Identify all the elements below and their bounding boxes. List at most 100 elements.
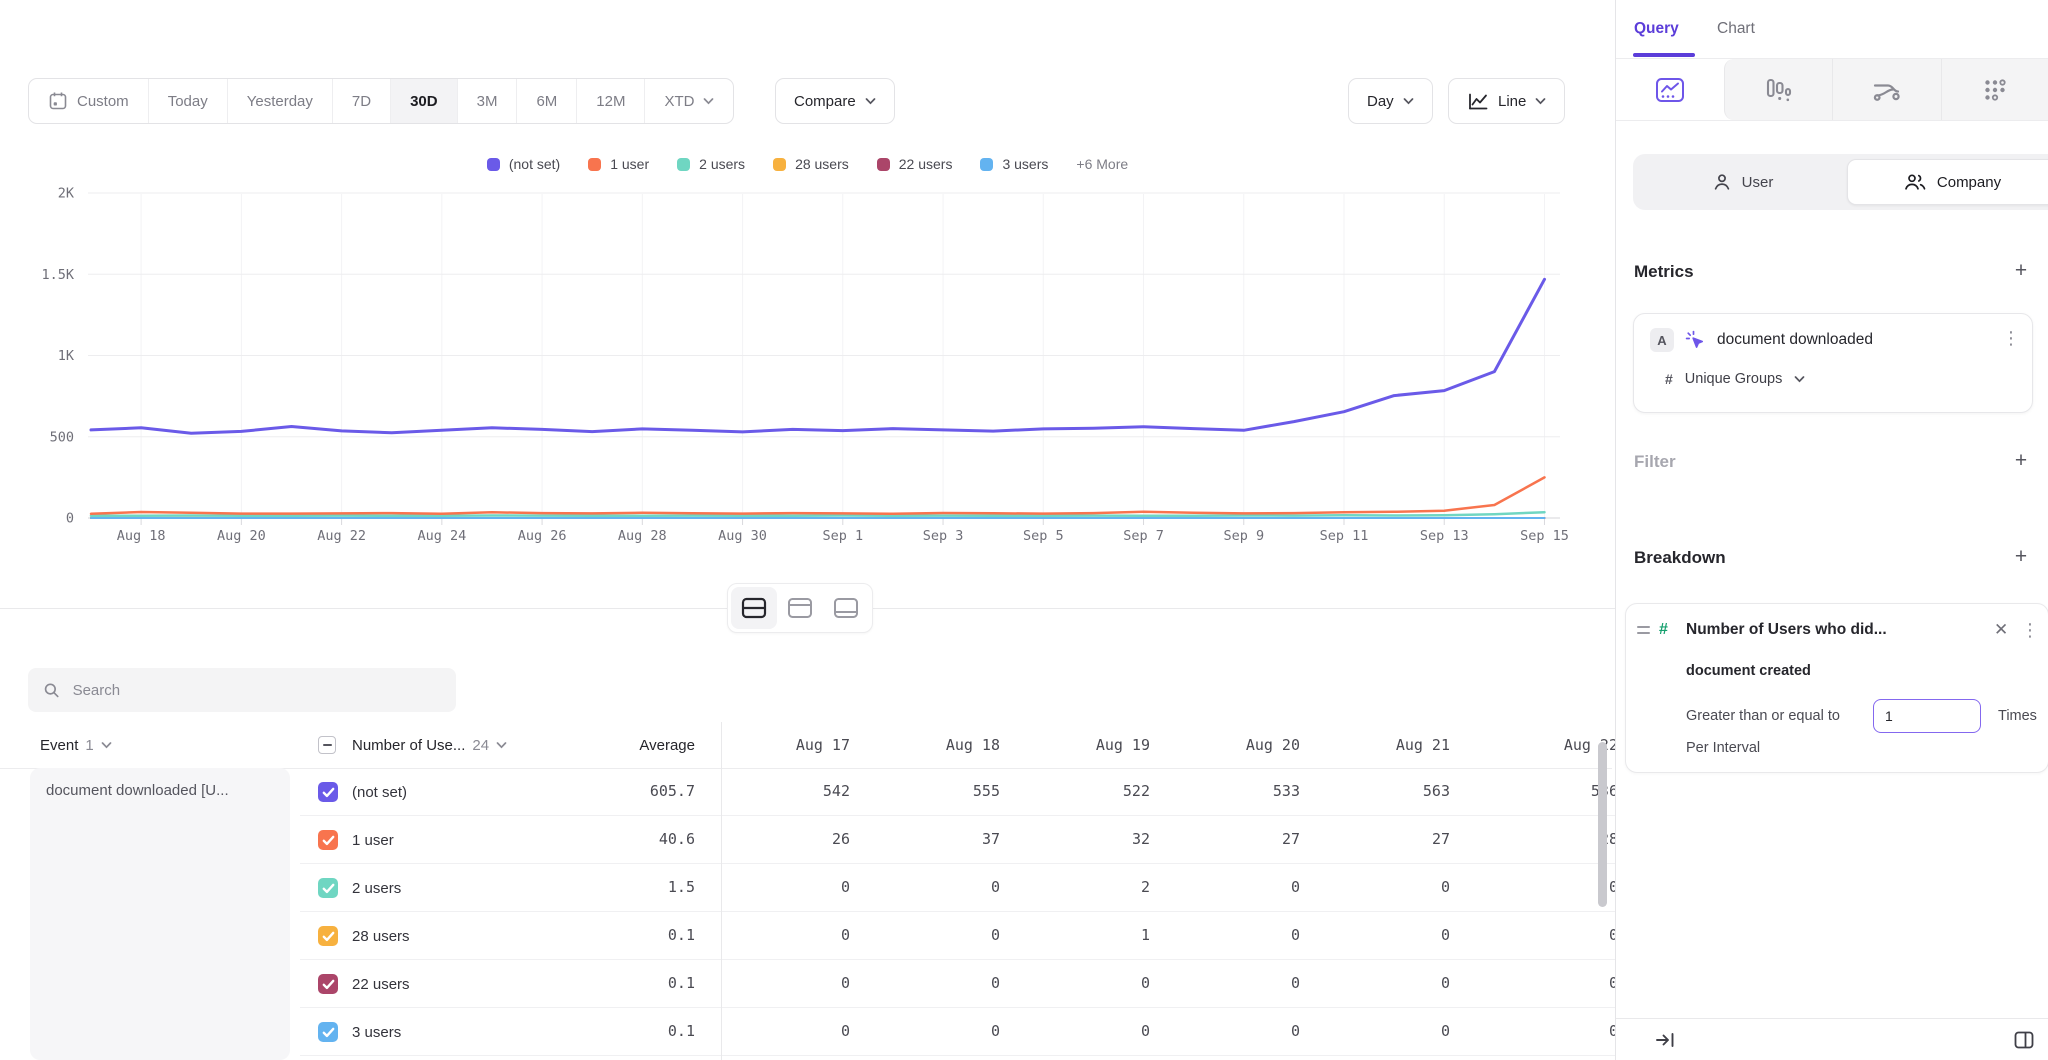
table-row[interactable]: 1 user40.6263732272728: [300, 816, 1618, 864]
range-6m[interactable]: 6M: [517, 79, 577, 123]
chart-style-button[interactable]: Line: [1448, 78, 1565, 124]
metric-card[interactable]: A document downloaded ⋮ # Unique Groups: [1633, 313, 2033, 413]
range-custom[interactable]: Custom: [29, 79, 149, 123]
series-column-header[interactable]: Number of Use... 24: [352, 722, 507, 768]
legend-item[interactable]: (not set): [487, 156, 560, 172]
add-metric-button[interactable]: +: [2010, 260, 2032, 282]
range-xtd[interactable]: XTD: [645, 79, 733, 123]
indeterminate-checkbox: [318, 736, 336, 754]
toggle-company[interactable]: Company: [1847, 159, 2048, 205]
cell-value: 0: [700, 912, 850, 959]
x-axis-label: Sep 15: [1520, 528, 1569, 544]
compare-button[interactable]: Compare: [775, 78, 895, 124]
chart-type-grid-chart[interactable]: [1941, 59, 2048, 120]
table-row[interactable]: (not set)605.7542555522533563536: [300, 768, 1618, 816]
cell-value: 0: [1000, 960, 1150, 1007]
range-3m[interactable]: 3M: [458, 79, 518, 123]
tab-chart[interactable]: Chart: [1717, 0, 1755, 57]
range-12m[interactable]: 12M: [577, 79, 645, 123]
cell-value: 555: [850, 768, 1000, 815]
search-input[interactable]: [71, 681, 441, 700]
series-checkbox[interactable]: [318, 974, 338, 994]
level-toggle: User Company: [1633, 154, 2048, 210]
check-icon: [322, 931, 335, 942]
range-30d[interactable]: 30D: [391, 79, 458, 123]
cell-value: 27: [1150, 816, 1300, 863]
legend-swatch: [877, 158, 890, 171]
cell-value: 563: [1300, 768, 1450, 815]
interval-button[interactable]: Day: [1348, 78, 1433, 124]
cell-value: 32: [1000, 816, 1150, 863]
frozen-column-divider: [721, 722, 722, 1060]
add-filter-button[interactable]: +: [2010, 450, 2032, 472]
panel-bottom-bar: [1616, 1018, 2048, 1060]
average-value: 0.1: [560, 960, 695, 1007]
table-row[interactable]: 2 users1.5002000: [300, 864, 1618, 912]
range-yesterday[interactable]: Yesterday: [228, 79, 333, 123]
close-icon[interactable]: ✕: [1994, 620, 2008, 640]
cell-value: 0: [1468, 1008, 1618, 1055]
range-7d[interactable]: 7D: [333, 79, 391, 123]
compare-label: Compare: [794, 93, 856, 110]
table-row[interactable]: 22 users0.1000000: [300, 960, 1618, 1008]
select-all-checkbox[interactable]: [318, 722, 336, 768]
analytics-app: CustomTodayYesterday 7D 30D 3M6M12MXTD Comp…: [0, 0, 2048, 1060]
table-row[interactable]: 28 users0.1001000: [300, 912, 1618, 960]
legend-item[interactable]: 2 users: [677, 156, 745, 172]
measure-selector[interactable]: Unique Groups: [1685, 371, 1783, 387]
cell-value: 0: [1468, 864, 1618, 911]
x-axis-label: Aug 30: [718, 528, 767, 544]
arrow-to-bar-icon: [1654, 1030, 1676, 1050]
panel-layout-button[interactable]: [2013, 1030, 2035, 1055]
add-breakdown-button[interactable]: +: [2010, 546, 2032, 568]
tab-query[interactable]: Query: [1634, 0, 1679, 57]
range-today[interactable]: Today: [149, 79, 228, 123]
cell-value: 0: [1468, 960, 1618, 1007]
series-checkbox[interactable]: [318, 878, 338, 898]
chevron-down-icon: [1535, 98, 1546, 105]
range-label: 30D: [410, 93, 438, 110]
metric-menu-button[interactable]: ⋮: [2002, 330, 2020, 348]
x-axis-label: Aug 24: [417, 528, 466, 544]
chart-type-bar-chart[interactable]: [1724, 59, 1833, 120]
cell-value: 522: [1000, 768, 1150, 815]
cell-value: 0: [1300, 1008, 1450, 1055]
layout-table-bottom-button[interactable]: [823, 587, 869, 629]
layout-chart-top-button[interactable]: [777, 587, 823, 629]
legend-item[interactable]: 3 users: [980, 156, 1048, 172]
collapse-panel-button[interactable]: [1654, 1030, 1676, 1055]
series-checkbox[interactable]: [318, 830, 338, 850]
series-checkbox[interactable]: [318, 1022, 338, 1042]
series-checkbox[interactable]: [318, 782, 338, 802]
breakdown-menu-button[interactable]: ⋮: [2021, 622, 2039, 640]
legend-item[interactable]: 1 user: [588, 156, 649, 172]
breakdown-interval-label: Per Interval: [1686, 740, 1760, 756]
range-label: 7D: [352, 93, 371, 110]
metric-event-name: document downloaded: [1717, 331, 1873, 349]
legend-item[interactable]: 22 users: [877, 156, 953, 172]
series-label: (not set): [352, 768, 407, 816]
table-row[interactable]: 3 users0.1000000: [300, 1008, 1618, 1056]
line-chart: Aug 18Aug 20Aug 22Aug 24Aug 26Aug 28Aug …: [0, 180, 1615, 548]
toggle-user[interactable]: User: [1638, 159, 1847, 205]
legend-item[interactable]: 28 users: [773, 156, 849, 172]
chevron-down-icon: [496, 742, 507, 749]
drag-handle-icon[interactable]: [1637, 626, 1650, 638]
x-axis-label: Sep 5: [1023, 528, 1064, 544]
event-spark-icon: [1685, 330, 1706, 351]
table-scrollbar[interactable]: [1598, 742, 1607, 907]
legend-more[interactable]: +6 More: [1076, 156, 1128, 172]
series-label: 22 users: [352, 960, 410, 1008]
y-axis-label: 1K: [58, 348, 75, 364]
event-column-header[interactable]: Event 1: [40, 722, 112, 768]
query-panel: Query Chart User C: [1615, 0, 2048, 1060]
date-column-header: Aug 20: [1150, 722, 1300, 768]
cell-value: 26: [700, 816, 850, 863]
layout-split-view-button[interactable]: [731, 587, 777, 629]
series-checkbox[interactable]: [318, 926, 338, 946]
chart-type-flow-chart[interactable]: [1832, 59, 1941, 120]
chart-type-line-chart[interactable]: [1616, 59, 1724, 120]
chart-top-view-icon: [787, 597, 813, 619]
breakdown-condition-label: Greater than or equal to: [1686, 699, 1840, 733]
condition-value-input[interactable]: [1873, 699, 1981, 733]
